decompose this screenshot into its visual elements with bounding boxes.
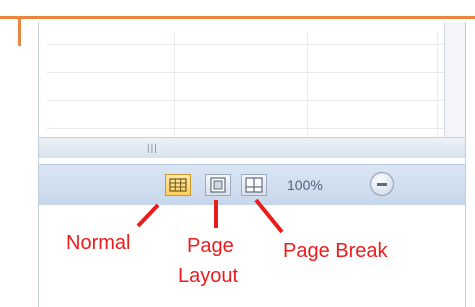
- arrow-normal: [136, 203, 160, 228]
- label-page-break: Page Break: [283, 240, 388, 262]
- label-page-layout-2: Layout: [178, 265, 239, 287]
- label-page-layout-1: Page: [187, 235, 234, 257]
- annotation-arrows: [136, 198, 284, 234]
- label-normal: Normal: [66, 232, 131, 254]
- arrow-page-break: [254, 198, 284, 234]
